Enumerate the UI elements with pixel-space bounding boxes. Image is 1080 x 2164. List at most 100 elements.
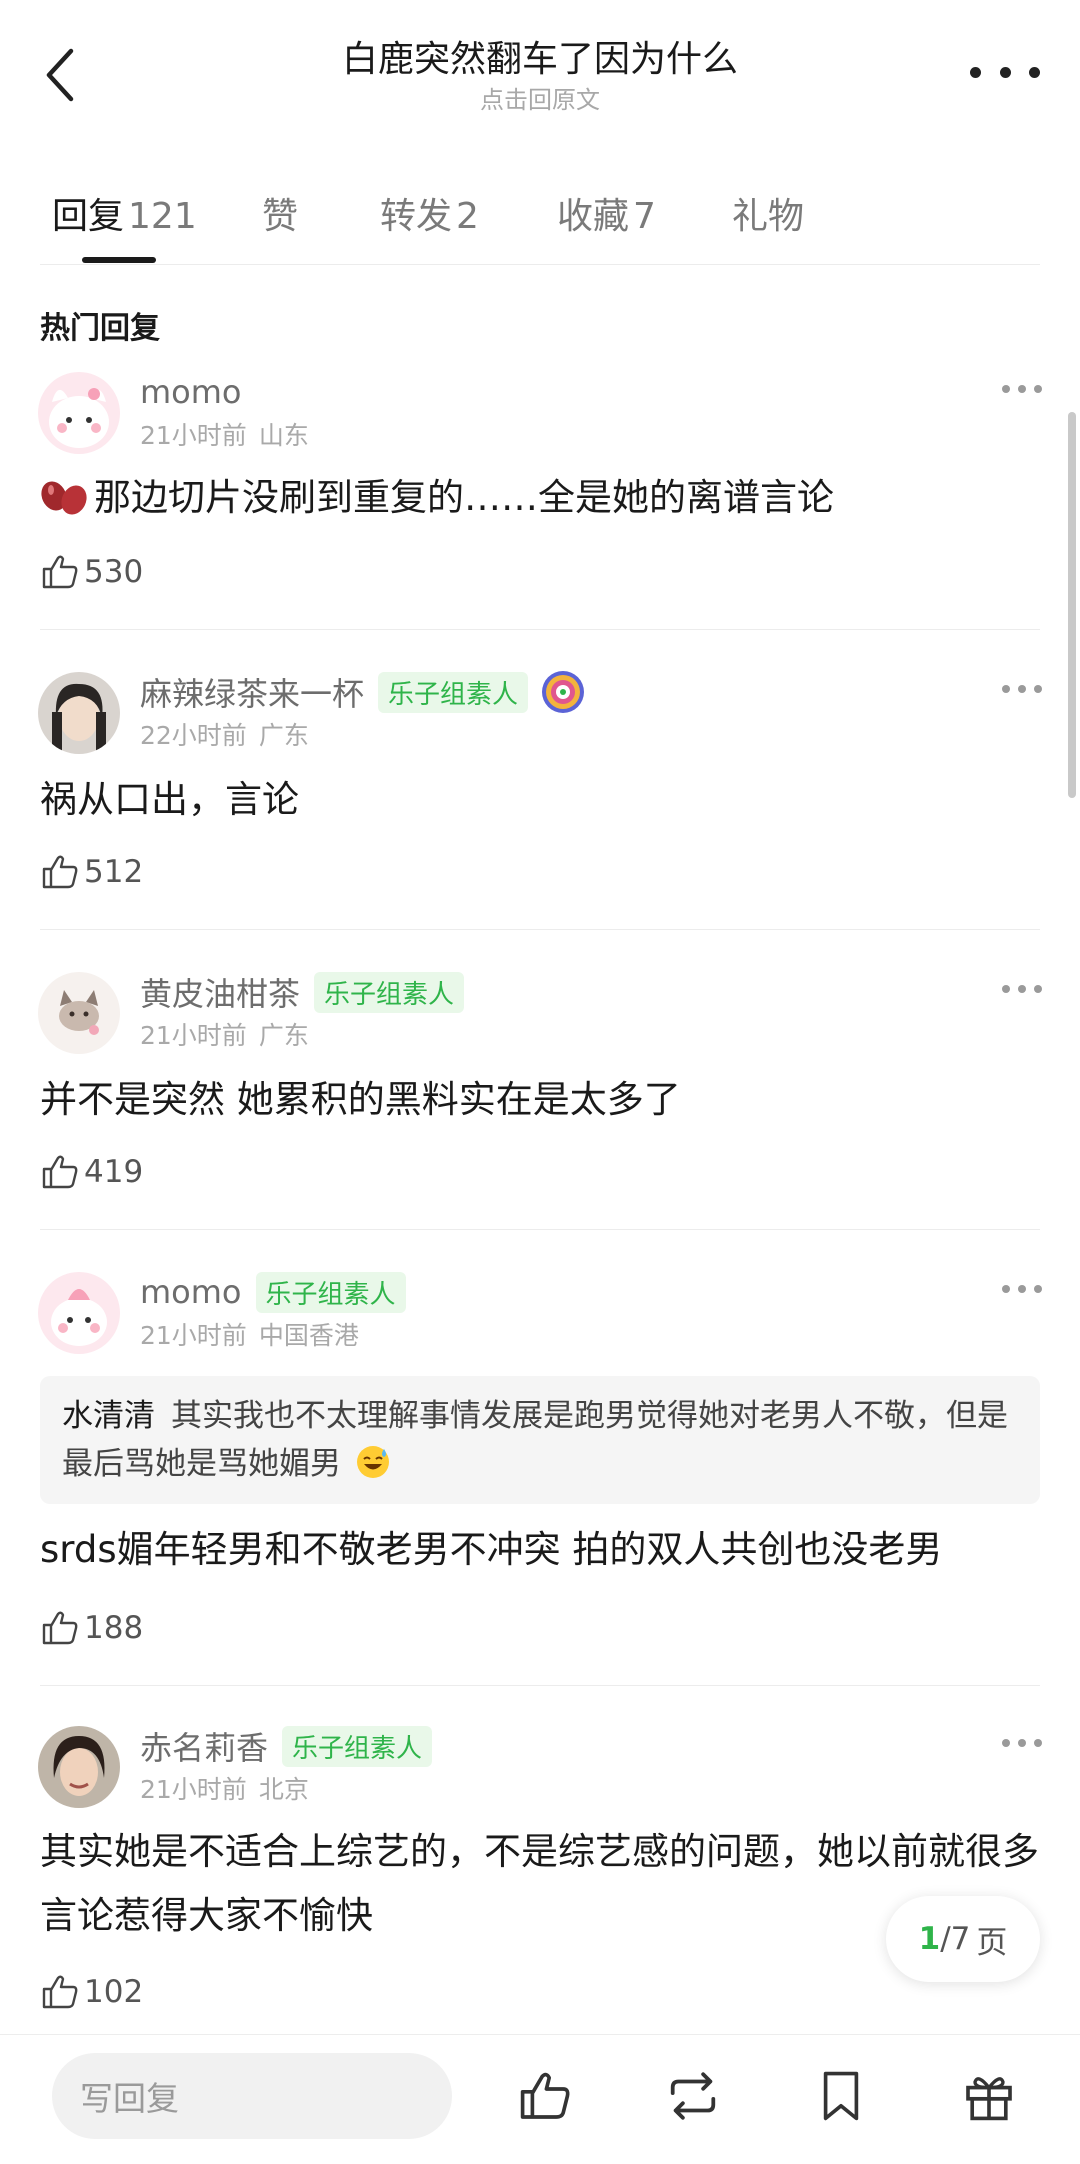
like-count: 419 [84,1154,144,1190]
bookmark-icon [823,2071,859,2121]
like-count: 512 [84,854,144,890]
active-tab-indicator [82,257,156,263]
tab-bar: 回复 121 赞 转发 2 收藏 7 礼物 [40,175,1040,265]
chevron-left-icon [46,48,74,102]
location: 广东 [258,721,309,750]
username[interactable]: 赤名莉香 [140,1723,268,1769]
divider [40,629,1040,630]
like-count: 530 [84,554,144,590]
user-photo-avatar-icon [38,672,120,754]
user-photo-avatar-icon [38,1726,120,1808]
divider [40,1685,1040,1686]
timestamp: 21小时前 [140,1321,247,1350]
dot-icon [999,66,1011,78]
comment-meta: 21小时前 中国香港 [140,1316,359,1352]
avatar[interactable] [38,672,120,754]
cat-drawing-avatar-icon [38,972,120,1054]
tab-likes[interactable]: 赞 [262,187,298,239]
timestamp: 22小时前 [140,721,247,750]
tab-label: 礼物 [732,196,805,237]
location: 中国香港 [258,1321,359,1350]
total-pages: /7 [940,1921,971,1957]
divider [40,929,1040,930]
tab-label: 赞 [262,196,299,237]
avatar[interactable] [38,372,120,454]
like-post-button[interactable] [514,2065,576,2127]
bottom-action-bar: 写回复 [0,2034,1080,2164]
divider [40,1229,1040,1230]
thumbs-up-icon [42,555,78,589]
reply-placeholder: 写回复 [80,2079,179,2118]
comment-more-button[interactable] [1002,682,1042,696]
tab-count: 2 [456,196,479,237]
username[interactable]: momo [140,1273,242,1311]
avatar[interactable] [38,1726,120,1808]
tab-reposts[interactable]: 转发 2 [380,187,479,239]
more-options-button[interactable] [970,52,1040,92]
like-count: 102 [84,1974,144,2010]
like-button[interactable]: 188 [40,1606,143,1650]
avatar[interactable] [38,1272,120,1354]
location: 北京 [258,1775,309,1804]
page-title: 白鹿突然翻车了因为什么 [341,39,738,80]
like-button[interactable]: 419 [40,1150,143,1194]
colorful-medal-icon[interactable] [540,669,586,715]
avatar[interactable] [38,972,120,1054]
user-badge[interactable]: 乐子组素人 [255,1271,406,1313]
user-badge[interactable]: 乐子组素人 [314,971,465,1013]
scrollbar[interactable] [1068,412,1076,798]
repost-button[interactable] [662,2065,724,2127]
user-row: momo 乐子组素人 [140,1270,406,1314]
comment-text: 祸从口出，言论 [40,778,299,821]
like-button[interactable]: 102 [40,1970,143,2014]
back-button[interactable] [30,40,90,110]
quoted-reply[interactable]: 水清清 其实我也不太理解事情发展是跑男觉得她对老男人不敬，但是最后骂她是骂她媚男 [40,1376,1040,1504]
user-row: 赤名莉香 乐子组素人 [140,1723,433,1769]
comment-more-button[interactable] [1002,1736,1042,1750]
current-page: 1 [918,1921,941,1957]
username[interactable]: 麻辣绿茶来一杯 [140,669,364,715]
dot-icon [1029,66,1040,78]
like-button[interactable]: 512 [40,850,143,894]
title-area[interactable]: 白鹿突然翻车了因为什么 点击回原文 [180,36,900,116]
page-indicator[interactable]: 1/7 页 [886,1896,1040,1982]
username[interactable]: 黄皮油柑茶 [140,969,300,1015]
comment-more-button[interactable] [1002,982,1042,996]
gift-icon [966,2077,1012,2121]
like-button[interactable]: 530 [40,550,143,594]
timestamp: 21小时前 [140,1775,247,1804]
tab-count: 121 [128,196,197,237]
reply-input[interactable]: 写回复 [52,2053,452,2139]
quoted-text: 其实我也不太理解事情发展是跑男觉得她对老男人不敬，但是最后骂她是骂她媚男 [62,1398,1008,1482]
timestamp: 21小时前 [140,1021,247,1050]
location: 山东 [258,421,309,450]
gift-button[interactable] [958,2065,1020,2127]
tab-favorites[interactable]: 收藏 7 [557,187,656,239]
repost-icon [670,2072,716,2120]
thumbs-up-icon [520,2072,570,2119]
tab-label: 转发 [380,196,453,237]
tab-replies[interactable]: 回复 121 [52,187,197,239]
comment-meta: 22小时前 广东 [140,716,309,752]
thumbs-up-icon [42,1611,78,1645]
comment-more-button[interactable] [1002,1282,1042,1296]
comment-more-button[interactable] [1002,382,1042,396]
cartoon-avatar-icon [38,372,120,454]
dot-icon [970,66,981,78]
back-to-original-link[interactable]: 点击回原文 [180,84,900,116]
tab-gifts[interactable]: 礼物 [732,187,804,239]
location: 广东 [258,1021,309,1050]
user-row: 黄皮油柑茶 乐子组素人 [140,969,465,1015]
username[interactable]: momo [140,373,242,411]
comment-meta: 21小时前 山东 [140,416,309,452]
user-badge[interactable]: 乐子组素人 [282,1725,433,1767]
comment-meta: 21小时前 广东 [140,1016,309,1052]
user-badge[interactable]: 乐子组素人 [378,671,529,713]
quoted-username[interactable]: 水清清 [62,1398,155,1434]
like-count: 188 [84,1610,144,1646]
tab-label: 回复 [52,196,125,237]
thumbs-up-icon [42,1155,78,1189]
thumbs-up-icon [42,855,78,889]
comment-text: 并不是突然 她累积的黑料实在是太多了 [40,1078,681,1121]
bookmark-button[interactable] [810,2065,872,2127]
